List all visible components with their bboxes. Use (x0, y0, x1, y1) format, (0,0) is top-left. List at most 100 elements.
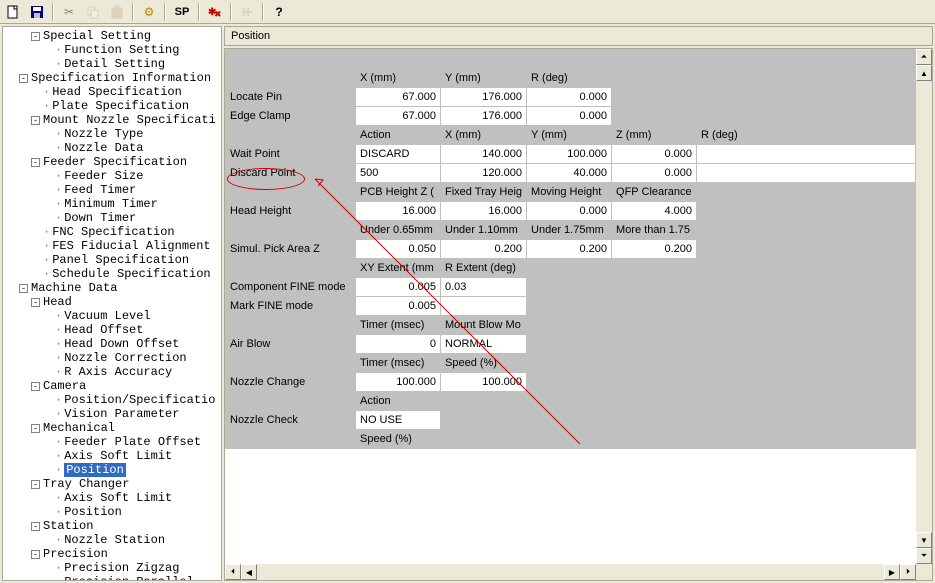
grid-cell[interactable] (697, 145, 916, 164)
tree-item[interactable]: -Mount Nozzle Specificati (7, 113, 221, 127)
tree-item-label[interactable]: Plate Specification (52, 99, 189, 113)
tree-item[interactable]: ·Feeder Size (7, 169, 221, 183)
tree-item-label[interactable]: Down Timer (64, 211, 136, 225)
tree-item-label[interactable]: Head Specification (52, 85, 182, 99)
grid-cell[interactable]: 0.000 (612, 145, 697, 164)
collapse-icon[interactable]: - (31, 32, 40, 41)
tree-item-label[interactable]: Precision Zigzag (64, 561, 179, 575)
tree-item-label[interactable]: Nozzle Station (64, 533, 165, 547)
tree-item-label[interactable]: Position (64, 505, 122, 519)
horizontal-scrollbar[interactable]: ⏴ ◀ ▶ ⏵ (225, 564, 916, 580)
collapse-icon[interactable]: - (31, 382, 40, 391)
tree-item[interactable]: ·Position/Specificatio (7, 393, 221, 407)
grid-cell[interactable]: 40.000 (527, 164, 612, 183)
debug-icon[interactable]: ✱✖ (204, 2, 226, 22)
grid-cell[interactable]: 0.200 (612, 240, 697, 259)
tree-item[interactable]: ·Head Specification (7, 85, 221, 99)
vertical-scrollbar[interactable]: ⏶ ▲ ▼ ⏷ (916, 49, 932, 564)
grid-cell[interactable]: 176.000 (441, 107, 527, 126)
tree-item-label[interactable]: Machine Data (31, 281, 117, 295)
tree-item[interactable]: ·FES Fiducial Alignment (7, 239, 221, 253)
tree-item[interactable]: -Special Setting (7, 29, 221, 43)
tree-item-label[interactable]: FNC Specification (52, 225, 174, 239)
tree-item-label[interactable]: Specification Information (31, 71, 211, 85)
tree-item-label[interactable]: Nozzle Correction (64, 351, 186, 365)
grid-cell[interactable]: 0.03 (441, 278, 527, 297)
collapse-icon[interactable]: - (31, 158, 40, 167)
grid-cell[interactable]: NO USE (356, 411, 441, 430)
grid-cell[interactable]: 0.005 (356, 297, 441, 316)
grid-cell[interactable]: 16.000 (441, 202, 527, 221)
grid-cell[interactable]: 176.000 (441, 88, 527, 107)
tree-item[interactable]: ·Panel Specification (7, 253, 221, 267)
tree-item-label[interactable]: Detail Setting (64, 57, 165, 71)
tree-item-label[interactable]: Tray Changer (43, 477, 129, 491)
tree-item-label[interactable]: Position (64, 463, 126, 477)
save-icon[interactable] (26, 2, 48, 22)
grid-cell[interactable]: DISCARD (356, 145, 441, 164)
tree-item[interactable]: -Machine Data (7, 281, 221, 295)
tree-item[interactable]: ·Down Timer (7, 211, 221, 225)
tree-item-label[interactable]: Minimum Timer (64, 197, 158, 211)
tree-item[interactable]: ·Nozzle Type (7, 127, 221, 141)
tree-item[interactable]: ·Plate Specification (7, 99, 221, 113)
collapse-icon[interactable]: - (31, 480, 40, 489)
collapse-icon[interactable]: - (31, 298, 40, 307)
tree-item[interactable]: ·Axis Soft Limit (7, 449, 221, 463)
tree-item[interactable]: ·Position (7, 463, 221, 477)
scroll-up-icon[interactable]: ▲ (916, 65, 932, 81)
tree-item[interactable]: -Camera (7, 379, 221, 393)
tree-item-label[interactable]: Function Setting (64, 43, 179, 57)
tree-item-label[interactable]: Precision (43, 547, 108, 561)
scroll-first-icon[interactable]: ⏴ (225, 564, 241, 580)
tree-item[interactable]: ·Feed Timer (7, 183, 221, 197)
tree-item-label[interactable]: Panel Specification (52, 253, 189, 267)
collapse-icon[interactable]: - (31, 550, 40, 559)
grid-cell[interactable]: 100.000 (441, 373, 527, 392)
grid-cell[interactable]: 0.005 (356, 278, 441, 297)
tree-item[interactable]: -Mechanical (7, 421, 221, 435)
tree-item-label[interactable]: R Axis Accuracy (64, 365, 172, 379)
tree-item-label[interactable]: Head (43, 295, 72, 309)
tree-item[interactable]: ·Detail Setting (7, 57, 221, 71)
tree-item[interactable]: ·Function Setting (7, 43, 221, 57)
tree-item-label[interactable]: Camera (43, 379, 86, 393)
tree-item-label[interactable]: Feeder Size (64, 169, 143, 183)
tree-item[interactable]: -Tray Changer (7, 477, 221, 491)
tree-item[interactable]: ·Schedule Specification (7, 267, 221, 281)
tree-item-label[interactable]: Axis Soft Limit (64, 449, 172, 463)
grid-cell[interactable]: 0.000 (612, 164, 697, 183)
help-icon[interactable]: ? (268, 2, 290, 22)
tree-item[interactable]: ·Minimum Timer (7, 197, 221, 211)
tree-item[interactable]: ·Nozzle Station (7, 533, 221, 547)
grid-cell[interactable]: 0.200 (527, 240, 612, 259)
tree-item[interactable]: -Station (7, 519, 221, 533)
tree-item[interactable]: ·Precision Zigzag (7, 561, 221, 575)
tree-item[interactable]: ·Vision Parameter (7, 407, 221, 421)
tree-item-label[interactable]: Nozzle Data (64, 141, 143, 155)
grid-cell[interactable]: 0 (356, 335, 441, 354)
tree-item[interactable]: ·Nozzle Correction (7, 351, 221, 365)
tree-item-label[interactable]: Feeder Plate Offset (64, 435, 201, 449)
tree-item[interactable]: ·Nozzle Data (7, 141, 221, 155)
tree-item[interactable]: ·FNC Specification (7, 225, 221, 239)
tree-item-label[interactable]: Mount Nozzle Specificati (43, 113, 216, 127)
tree-item-label[interactable]: FES Fiducial Alignment (52, 239, 210, 253)
scroll-right-icon[interactable]: ▶ (884, 564, 900, 580)
tree-item-label[interactable]: Vacuum Level (64, 309, 150, 323)
tree-item[interactable]: ·Head Offset (7, 323, 221, 337)
scroll-last-icon[interactable]: ⏵ (900, 564, 916, 580)
tree-item-label[interactable]: Vision Parameter (64, 407, 179, 421)
tree-item-label[interactable]: Station (43, 519, 93, 533)
grid-cell[interactable]: 120.000 (441, 164, 527, 183)
tree-item[interactable]: ·Head Down Offset (7, 337, 221, 351)
sp-button[interactable]: SP (170, 2, 194, 22)
grid-cell[interactable]: 500 (356, 164, 441, 183)
tree-item[interactable]: -Precision (7, 547, 221, 561)
tree-item-label[interactable]: Axis Soft Limit (64, 491, 172, 505)
tree-item-label[interactable]: Precision Parallel (64, 575, 194, 581)
tree-item[interactable]: -Head (7, 295, 221, 309)
tree-item[interactable]: ·Feeder Plate Offset (7, 435, 221, 449)
grid-cell[interactable]: 100.000 (527, 145, 612, 164)
grid-cell[interactable]: 4.000 (612, 202, 697, 221)
